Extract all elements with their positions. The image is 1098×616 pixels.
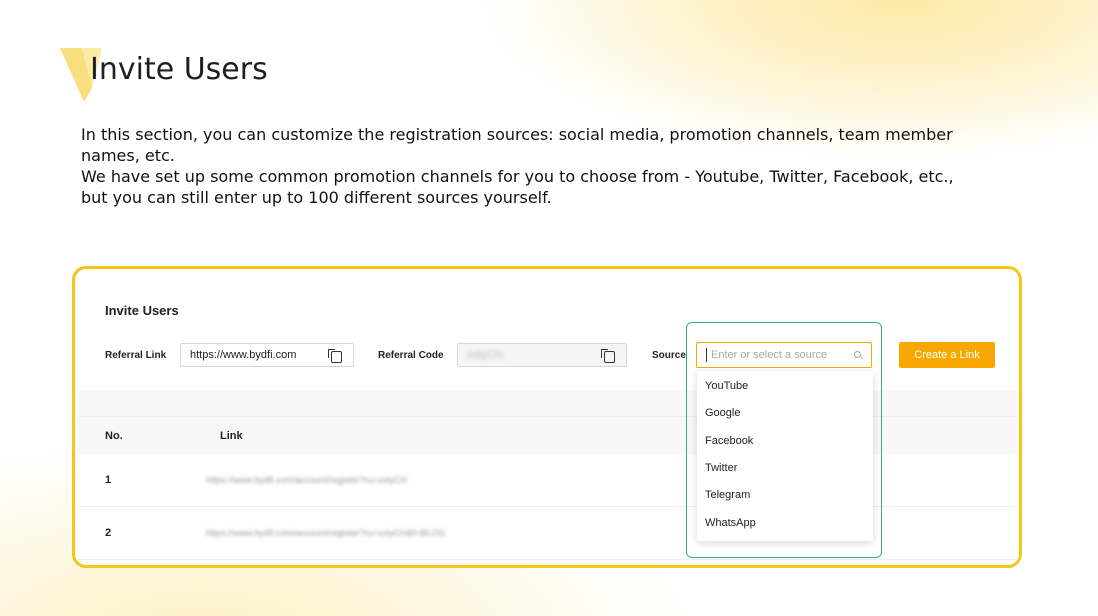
referral-code-value: xxtyCH (467, 349, 503, 361)
create-link-button[interactable]: Create a Link (899, 342, 995, 368)
referral-link-value: https://www.bydfi.com (190, 349, 297, 361)
copy-icon[interactable] (601, 349, 615, 363)
column-header-no: No. (105, 430, 123, 442)
panel-title: Invite Users (105, 303, 179, 318)
row-link[interactable]: https://www.bydfi.com/account/register?r… (206, 528, 446, 538)
referral-code-field[interactable]: xxtyCH (457, 343, 627, 367)
slide-description: In this section, you can customize the r… (81, 124, 981, 208)
referral-link-label: Referral Link (105, 350, 167, 361)
column-header-link: Link (220, 430, 243, 442)
description-paragraph: We have set up some common promotion cha… (81, 167, 954, 207)
row-link[interactable]: https://www.bydfi.com/account/register?r… (206, 475, 407, 485)
slide-title: Invite Users (90, 52, 268, 87)
source-label: Source (652, 350, 686, 361)
referral-link-field[interactable]: https://www.bydfi.com (180, 343, 354, 367)
referral-code-label: Referral Code (378, 350, 444, 361)
row-number: 2 (105, 527, 112, 539)
copy-icon[interactable] (328, 349, 342, 363)
row-number: 1 (105, 474, 112, 486)
description-paragraph: In this section, you can customize the r… (81, 125, 953, 165)
highlight-box (686, 322, 882, 558)
invite-users-panel: Invite Users Referral Link https://www.b… (72, 266, 1022, 568)
